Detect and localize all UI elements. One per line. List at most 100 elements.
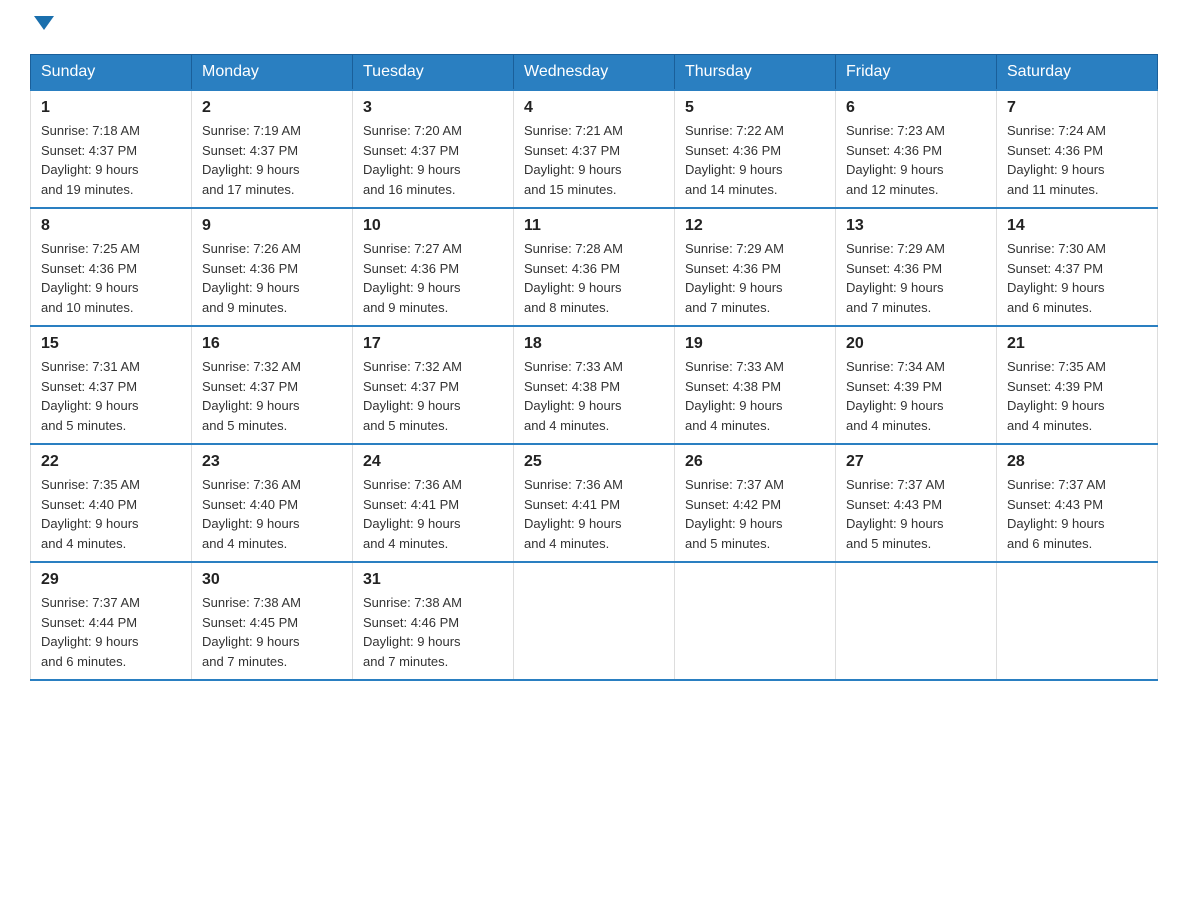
day-info: Sunrise: 7:24 AM Sunset: 4:36 PM Dayligh… — [1007, 121, 1147, 199]
calendar-cell: 9 Sunrise: 7:26 AM Sunset: 4:36 PM Dayli… — [192, 208, 353, 326]
day-number: 2 — [202, 99, 342, 117]
day-number: 26 — [685, 453, 825, 471]
calendar-cell: 25 Sunrise: 7:36 AM Sunset: 4:41 PM Dayl… — [514, 444, 675, 562]
day-info: Sunrise: 7:37 AM Sunset: 4:43 PM Dayligh… — [1007, 475, 1147, 553]
day-number: 5 — [685, 99, 825, 117]
calendar-cell: 18 Sunrise: 7:33 AM Sunset: 4:38 PM Dayl… — [514, 326, 675, 444]
day-info: Sunrise: 7:26 AM Sunset: 4:36 PM Dayligh… — [202, 239, 342, 317]
day-info: Sunrise: 7:32 AM Sunset: 4:37 PM Dayligh… — [202, 357, 342, 435]
calendar-cell — [514, 562, 675, 680]
day-number: 6 — [846, 99, 986, 117]
day-info: Sunrise: 7:31 AM Sunset: 4:37 PM Dayligh… — [41, 357, 181, 435]
calendar-week-row: 15 Sunrise: 7:31 AM Sunset: 4:37 PM Dayl… — [31, 326, 1158, 444]
calendar-cell: 29 Sunrise: 7:37 AM Sunset: 4:44 PM Dayl… — [31, 562, 192, 680]
day-number: 30 — [202, 571, 342, 589]
calendar-cell: 22 Sunrise: 7:35 AM Sunset: 4:40 PM Dayl… — [31, 444, 192, 562]
day-number: 29 — [41, 571, 181, 589]
calendar-cell: 24 Sunrise: 7:36 AM Sunset: 4:41 PM Dayl… — [353, 444, 514, 562]
day-info: Sunrise: 7:18 AM Sunset: 4:37 PM Dayligh… — [41, 121, 181, 199]
day-info: Sunrise: 7:36 AM Sunset: 4:41 PM Dayligh… — [363, 475, 503, 553]
calendar-table: SundayMondayTuesdayWednesdayThursdayFrid… — [30, 54, 1158, 681]
day-number: 22 — [41, 453, 181, 471]
day-info: Sunrise: 7:33 AM Sunset: 4:38 PM Dayligh… — [685, 357, 825, 435]
day-info: Sunrise: 7:32 AM Sunset: 4:37 PM Dayligh… — [363, 357, 503, 435]
logo-triangle-icon — [34, 16, 54, 30]
day-info: Sunrise: 7:20 AM Sunset: 4:37 PM Dayligh… — [363, 121, 503, 199]
calendar-header-row: SundayMondayTuesdayWednesdayThursdayFrid… — [31, 55, 1158, 91]
calendar-cell: 27 Sunrise: 7:37 AM Sunset: 4:43 PM Dayl… — [836, 444, 997, 562]
calendar-header-monday: Monday — [192, 55, 353, 91]
day-number: 3 — [363, 99, 503, 117]
day-number: 8 — [41, 217, 181, 235]
day-info: Sunrise: 7:28 AM Sunset: 4:36 PM Dayligh… — [524, 239, 664, 317]
day-info: Sunrise: 7:29 AM Sunset: 4:36 PM Dayligh… — [685, 239, 825, 317]
calendar-cell: 28 Sunrise: 7:37 AM Sunset: 4:43 PM Dayl… — [997, 444, 1158, 562]
day-number: 1 — [41, 99, 181, 117]
calendar-cell: 30 Sunrise: 7:38 AM Sunset: 4:45 PM Dayl… — [192, 562, 353, 680]
day-info: Sunrise: 7:37 AM Sunset: 4:44 PM Dayligh… — [41, 593, 181, 671]
day-number: 14 — [1007, 217, 1147, 235]
day-number: 20 — [846, 335, 986, 353]
day-number: 12 — [685, 217, 825, 235]
calendar-week-row: 29 Sunrise: 7:37 AM Sunset: 4:44 PM Dayl… — [31, 562, 1158, 680]
calendar-cell: 14 Sunrise: 7:30 AM Sunset: 4:37 PM Dayl… — [997, 208, 1158, 326]
calendar-cell: 3 Sunrise: 7:20 AM Sunset: 4:37 PM Dayli… — [353, 90, 514, 208]
calendar-header-thursday: Thursday — [675, 55, 836, 91]
day-number: 25 — [524, 453, 664, 471]
day-number: 10 — [363, 217, 503, 235]
day-info: Sunrise: 7:29 AM Sunset: 4:36 PM Dayligh… — [846, 239, 986, 317]
day-number: 19 — [685, 335, 825, 353]
day-number: 27 — [846, 453, 986, 471]
day-number: 23 — [202, 453, 342, 471]
calendar-cell: 11 Sunrise: 7:28 AM Sunset: 4:36 PM Dayl… — [514, 208, 675, 326]
calendar-header-saturday: Saturday — [997, 55, 1158, 91]
day-number: 11 — [524, 217, 664, 235]
day-number: 21 — [1007, 335, 1147, 353]
calendar-cell: 6 Sunrise: 7:23 AM Sunset: 4:36 PM Dayli… — [836, 90, 997, 208]
day-info: Sunrise: 7:35 AM Sunset: 4:40 PM Dayligh… — [41, 475, 181, 553]
day-info: Sunrise: 7:36 AM Sunset: 4:41 PM Dayligh… — [524, 475, 664, 553]
day-info: Sunrise: 7:34 AM Sunset: 4:39 PM Dayligh… — [846, 357, 986, 435]
day-info: Sunrise: 7:38 AM Sunset: 4:45 PM Dayligh… — [202, 593, 342, 671]
day-info: Sunrise: 7:22 AM Sunset: 4:36 PM Dayligh… — [685, 121, 825, 199]
calendar-cell — [836, 562, 997, 680]
day-number: 18 — [524, 335, 664, 353]
calendar-cell — [675, 562, 836, 680]
calendar-header-wednesday: Wednesday — [514, 55, 675, 91]
calendar-cell: 2 Sunrise: 7:19 AM Sunset: 4:37 PM Dayli… — [192, 90, 353, 208]
calendar-cell: 16 Sunrise: 7:32 AM Sunset: 4:37 PM Dayl… — [192, 326, 353, 444]
day-info: Sunrise: 7:37 AM Sunset: 4:42 PM Dayligh… — [685, 475, 825, 553]
day-number: 24 — [363, 453, 503, 471]
calendar-week-row: 1 Sunrise: 7:18 AM Sunset: 4:37 PM Dayli… — [31, 90, 1158, 208]
calendar-cell: 7 Sunrise: 7:24 AM Sunset: 4:36 PM Dayli… — [997, 90, 1158, 208]
day-info: Sunrise: 7:27 AM Sunset: 4:36 PM Dayligh… — [363, 239, 503, 317]
day-info: Sunrise: 7:23 AM Sunset: 4:36 PM Dayligh… — [846, 121, 986, 199]
day-info: Sunrise: 7:37 AM Sunset: 4:43 PM Dayligh… — [846, 475, 986, 553]
calendar-cell — [997, 562, 1158, 680]
calendar-cell: 20 Sunrise: 7:34 AM Sunset: 4:39 PM Dayl… — [836, 326, 997, 444]
day-info: Sunrise: 7:35 AM Sunset: 4:39 PM Dayligh… — [1007, 357, 1147, 435]
calendar-cell: 10 Sunrise: 7:27 AM Sunset: 4:36 PM Dayl… — [353, 208, 514, 326]
calendar-header-tuesday: Tuesday — [353, 55, 514, 91]
page-header — [30, 20, 1158, 34]
calendar-cell: 26 Sunrise: 7:37 AM Sunset: 4:42 PM Dayl… — [675, 444, 836, 562]
calendar-week-row: 22 Sunrise: 7:35 AM Sunset: 4:40 PM Dayl… — [31, 444, 1158, 562]
logo — [30, 20, 54, 34]
day-number: 4 — [524, 99, 664, 117]
calendar-cell: 5 Sunrise: 7:22 AM Sunset: 4:36 PM Dayli… — [675, 90, 836, 208]
day-number: 13 — [846, 217, 986, 235]
calendar-cell: 12 Sunrise: 7:29 AM Sunset: 4:36 PM Dayl… — [675, 208, 836, 326]
calendar-cell: 4 Sunrise: 7:21 AM Sunset: 4:37 PM Dayli… — [514, 90, 675, 208]
calendar-cell: 17 Sunrise: 7:32 AM Sunset: 4:37 PM Dayl… — [353, 326, 514, 444]
day-number: 7 — [1007, 99, 1147, 117]
calendar-cell: 23 Sunrise: 7:36 AM Sunset: 4:40 PM Dayl… — [192, 444, 353, 562]
calendar-cell: 8 Sunrise: 7:25 AM Sunset: 4:36 PM Dayli… — [31, 208, 192, 326]
day-info: Sunrise: 7:21 AM Sunset: 4:37 PM Dayligh… — [524, 121, 664, 199]
calendar-cell: 15 Sunrise: 7:31 AM Sunset: 4:37 PM Dayl… — [31, 326, 192, 444]
calendar-week-row: 8 Sunrise: 7:25 AM Sunset: 4:36 PM Dayli… — [31, 208, 1158, 326]
day-info: Sunrise: 7:19 AM Sunset: 4:37 PM Dayligh… — [202, 121, 342, 199]
calendar-header-friday: Friday — [836, 55, 997, 91]
calendar-header-sunday: Sunday — [31, 55, 192, 91]
day-number: 28 — [1007, 453, 1147, 471]
day-info: Sunrise: 7:38 AM Sunset: 4:46 PM Dayligh… — [363, 593, 503, 671]
